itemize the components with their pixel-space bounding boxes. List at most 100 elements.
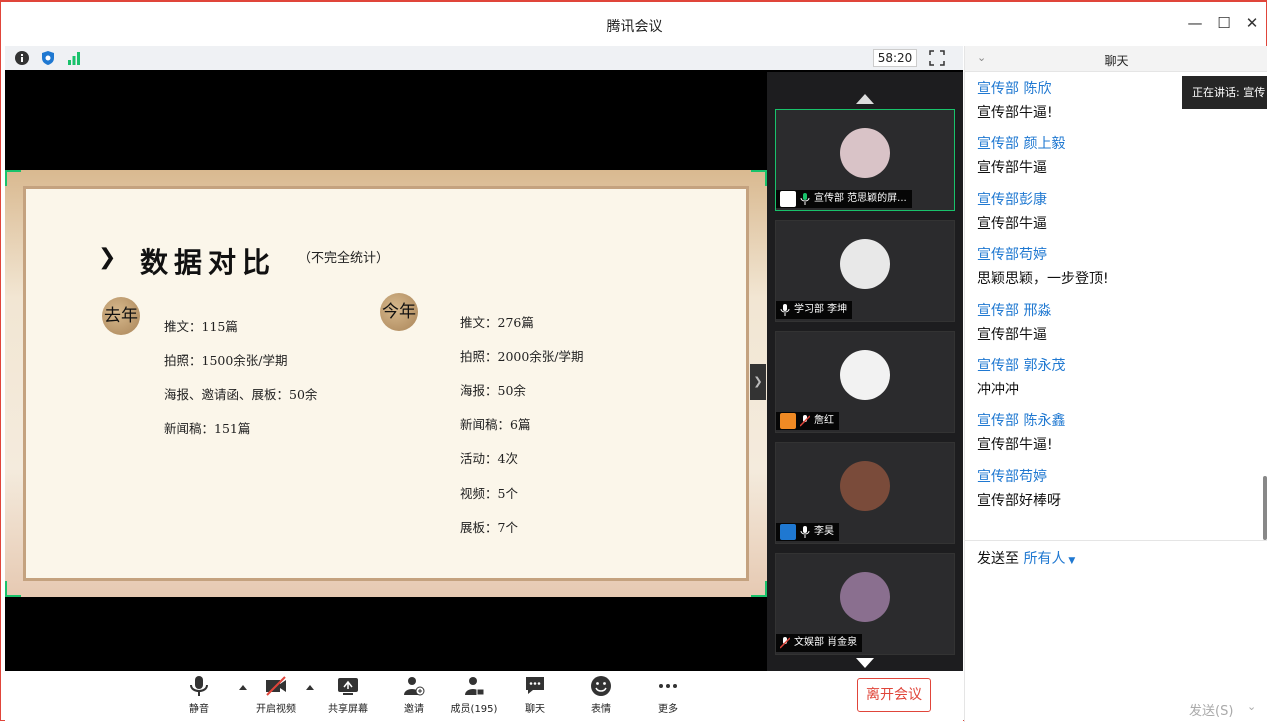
last-year-badge: 去年 (102, 297, 140, 335)
this-year-item: 新闻稿：6篇 (460, 417, 531, 432)
emoji-label: 表情 (591, 704, 611, 715)
message-sender[interactable]: 宣传部 陈永鑫 (977, 410, 1257, 432)
meeting-status-bar: 58:20 (5, 46, 963, 70)
send-to-selector[interactable]: 发送至 所有人 ▼ (977, 548, 1075, 568)
video-button[interactable]: 开启视频 (246, 675, 306, 715)
video-label: 开启视频 (256, 704, 296, 715)
this-year-badge: 今年 (380, 293, 418, 331)
mute-button[interactable]: 静音 (169, 675, 229, 715)
message-text: 宣传部牛逼 (977, 326, 1047, 343)
send-to-label: 发送至 (977, 551, 1019, 567)
invite-label: 邀请 (404, 704, 424, 715)
microphone-icon (190, 676, 208, 696)
participant-name: 李昊 (814, 526, 834, 537)
more-button[interactable]: 更多 (638, 675, 698, 715)
message-text: 宣传部牛逼 (977, 215, 1047, 232)
participant-name: 学习部 李坤 (794, 304, 848, 315)
maximize-icon[interactable]: ☐ (1215, 14, 1233, 32)
participant-label: 学习部 李坤 (776, 301, 853, 319)
share-screen-button[interactable]: 共享屏幕 (318, 675, 378, 715)
participant-tile[interactable]: 宣传部 范思颖的屏... (775, 109, 955, 211)
members-button[interactable]: 成员(195) (444, 675, 504, 715)
chevron-down-icon[interactable]: ⌄ (1247, 700, 1256, 713)
participant-tile[interactable]: 学习部 李坤 (775, 220, 955, 322)
this-year-item: 活动：4次 (460, 451, 518, 466)
this-year-item: 拍照：2000余张/学期 (460, 349, 584, 364)
participant-label: 宣传部 范思颖的屏... (776, 190, 912, 208)
meeting-timer: 58:20 (873, 49, 917, 67)
chat-scrollbar[interactable] (1263, 476, 1267, 540)
emoji-button[interactable]: 表情 (571, 675, 631, 715)
mic-muted-icon (780, 637, 790, 649)
participant-label: 文娱部 肖金泉 (776, 634, 863, 652)
participant-tile[interactable]: 詹红 (775, 331, 955, 433)
message-sender[interactable]: 宣传部苟婷 (977, 466, 1257, 488)
scroll-down-icon[interactable] (856, 658, 874, 668)
message-sender[interactable]: 宣传部 邢淼 (977, 300, 1257, 322)
leave-meeting-button[interactable]: 离开会议 (857, 678, 931, 712)
mic-icon (800, 193, 810, 205)
this-year-item: 海报：50余 (460, 383, 526, 398)
participant-name: 文娱部 肖金泉 (794, 637, 858, 648)
chat-button[interactable]: 聊天 (505, 675, 565, 715)
message-sender[interactable]: 宣传部 郭永茂 (977, 355, 1257, 377)
share-frame-corner (751, 170, 767, 186)
video-off-icon (266, 676, 286, 696)
scroll-up-icon[interactable] (856, 94, 874, 104)
chat-panel: ⌄ 聊天 宣传部 陈欣 宣传部牛逼! 宣传部 颜上毅 宣传部牛逼 宣传部彭康 宣传部牛… (964, 46, 1267, 722)
chat-header: ⌄ 聊天 (965, 46, 1267, 72)
share-screen-icon (338, 678, 358, 695)
window-title: 腾讯会议 (606, 19, 663, 35)
mic-muted-icon (800, 415, 810, 427)
last-year-item: 海报、邀请函、展板：50余 (164, 387, 318, 402)
close-icon[interactable]: ✕ (1243, 14, 1261, 32)
message-sender[interactable]: 宣传部 颜上毅 (977, 133, 1257, 155)
collapse-sidebar-button[interactable]: ❯ (750, 364, 766, 400)
avatar (840, 350, 890, 400)
chat-message: 宣传部苟婷 思颖思颖，一步登顶! (977, 244, 1257, 299)
message-sender[interactable]: 宣传部彭康 (977, 189, 1257, 211)
participant-name: 詹红 (814, 415, 834, 426)
mic-icon (780, 304, 790, 316)
share-frame-corner (5, 170, 21, 186)
send-to-target[interactable]: 所有人 (1023, 551, 1065, 567)
send-button[interactable]: 发送(S) (1189, 700, 1233, 719)
participant-tile[interactable]: 李昊 (775, 442, 955, 544)
share-label: 共享屏幕 (328, 704, 368, 715)
mute-label: 静音 (189, 704, 209, 715)
fullscreen-icon[interactable] (929, 50, 945, 66)
participant-tile[interactable]: 文娱部 肖金泉 (775, 553, 955, 655)
info-icon[interactable] (15, 51, 29, 65)
chevron-right-icon: ❯ (98, 245, 117, 270)
user-icon (780, 524, 796, 540)
this-year-item: 视频：5个 (460, 486, 518, 501)
add-user-icon (404, 677, 425, 696)
signal-icon[interactable] (67, 51, 81, 65)
screen-share-icon (780, 191, 796, 207)
members-icon (465, 677, 485, 696)
chat-message: 宣传部 郭永茂 冲冲冲 (977, 355, 1257, 410)
chat-messages: 宣传部 陈欣 宣传部牛逼! 宣传部 颜上毅 宣传部牛逼 宣传部彭康 宣传部牛逼 宣传部… (977, 78, 1257, 521)
chat-icon (526, 677, 544, 694)
participant-label: 詹红 (776, 412, 839, 430)
last-year-item: 新闻稿：151篇 (164, 421, 251, 436)
minimize-icon[interactable]: — (1186, 14, 1204, 32)
video-options-caret[interactable] (306, 685, 314, 690)
share-frame-corner (751, 581, 767, 597)
invite-button[interactable]: 邀请 (384, 675, 444, 715)
participant-gallery: 宣传部 范思颖的屏... 学习部 李坤 詹红 李昊 文娱部 肖金泉 (767, 72, 963, 671)
shield-icon[interactable] (41, 51, 55, 65)
divider (965, 540, 1267, 541)
title-bar: 腾讯会议 — ☐ ✕ (1, 2, 1266, 46)
share-frame-corner (5, 581, 21, 597)
message-sender[interactable]: 宣传部苟婷 (977, 244, 1257, 266)
chat-message: 宣传部 陈永鑫 宣传部牛逼! (977, 410, 1257, 465)
last-year-item: 推文：115篇 (164, 319, 238, 334)
slide-subtitle: （不完全统计） (298, 251, 390, 266)
this-year-item: 推文：276篇 (460, 315, 534, 330)
caret-down-icon[interactable]: ▼ (1065, 556, 1075, 566)
chat-label: 聊天 (525, 704, 545, 715)
message-text: 宣传部牛逼 (977, 160, 1047, 177)
avatar (840, 461, 890, 511)
message-text: 宣传部好棒呀 (977, 492, 1061, 509)
